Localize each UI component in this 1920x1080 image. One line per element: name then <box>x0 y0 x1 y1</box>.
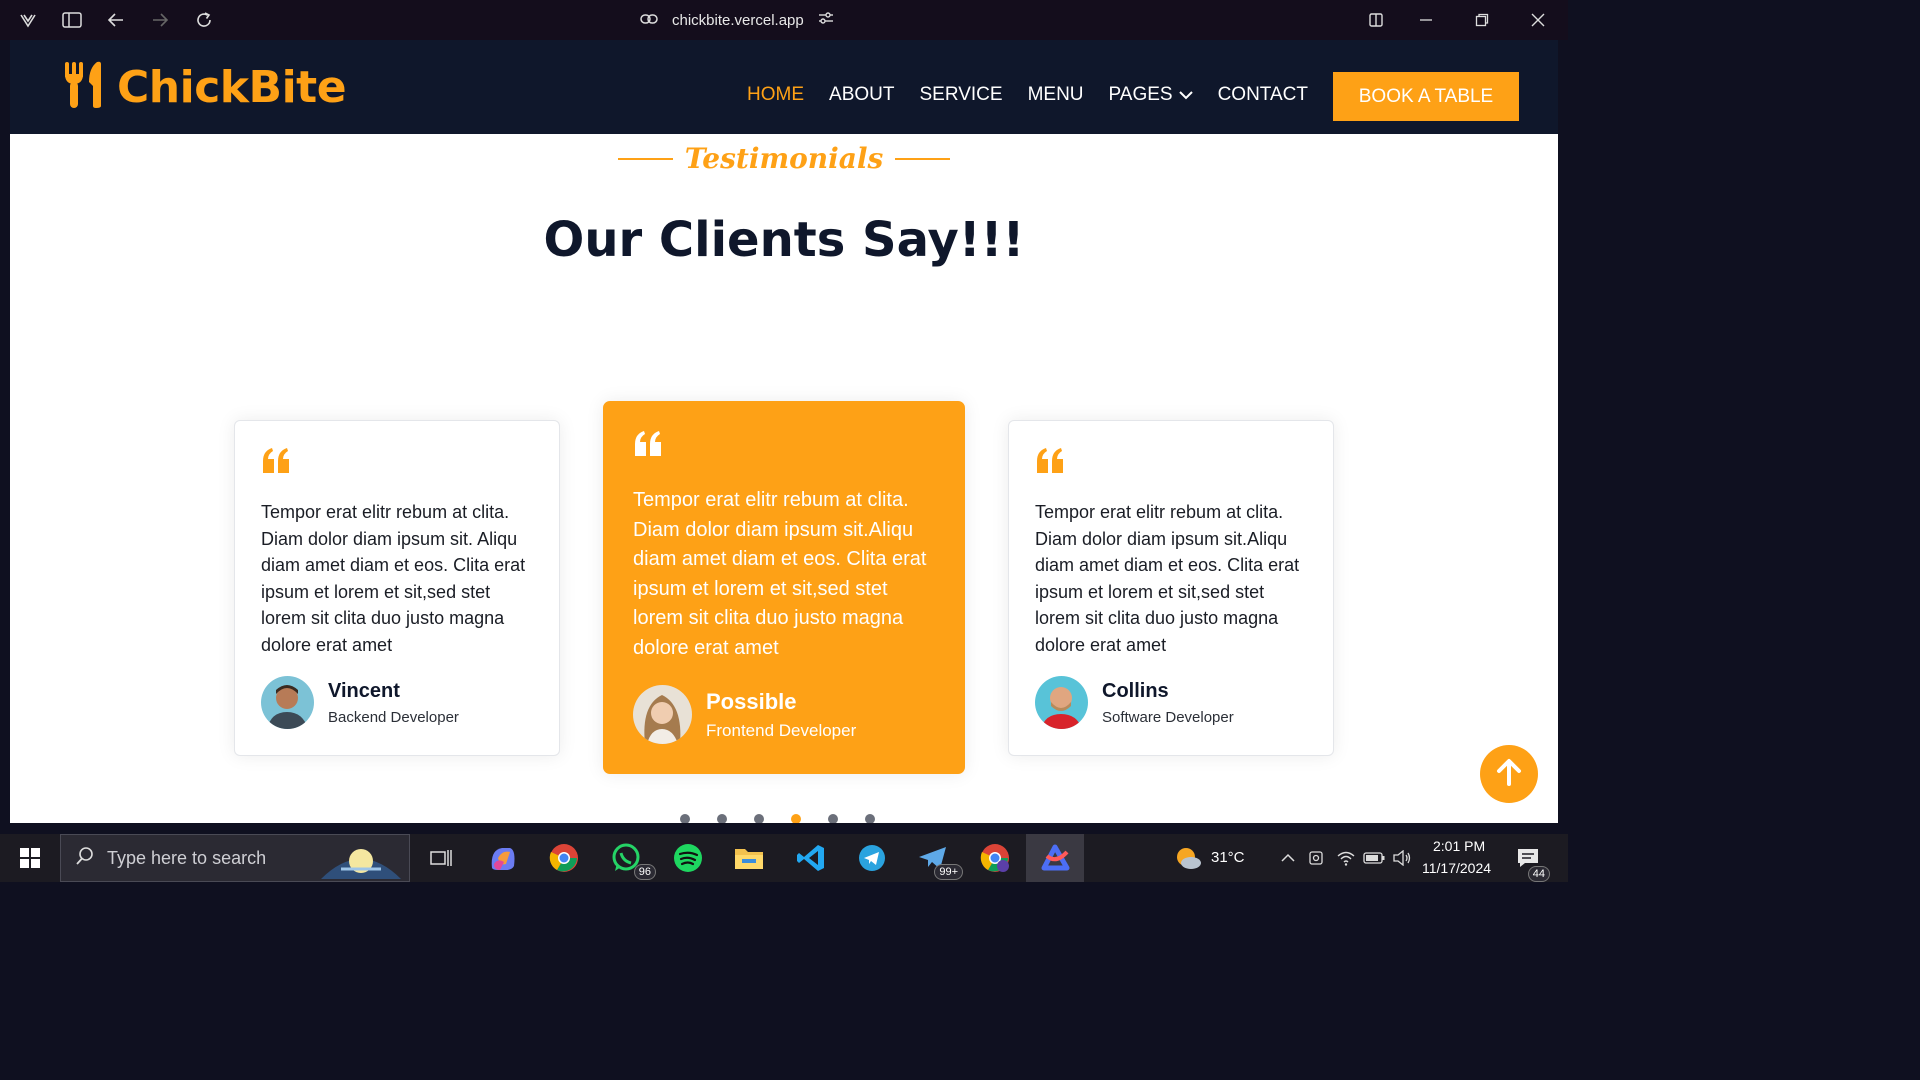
carousel-dot-active[interactable] <box>791 814 801 823</box>
testimonial-card: Tempor erat elitr rebum at clita. Diam d… <box>1008 420 1334 756</box>
avatar <box>633 685 692 744</box>
tag-line-right <box>895 157 951 160</box>
section-tag: Testimonials <box>10 142 1558 175</box>
taskbar: Type here to search 96 99+ 31°C 2:01 PM … <box>0 834 1568 882</box>
minimize-icon[interactable] <box>1416 10 1436 30</box>
forward-icon[interactable] <box>150 10 170 30</box>
author-role: Backend Developer <box>328 708 459 726</box>
testimonial-card: Tempor erat elitr rebum at clita. Diam d… <box>234 420 560 756</box>
chevron-down-icon <box>1178 84 1193 106</box>
author-role: Software Developer <box>1102 708 1234 726</box>
author-name: Vincent <box>328 679 400 702</box>
nav-about[interactable]: ABOUT <box>829 84 894 106</box>
brand-logo[interactable]: ChickBite <box>63 60 347 114</box>
avatar <box>261 676 314 729</box>
testimonial-author: Collins Software Developer <box>1035 676 1234 729</box>
telegram-badge: 99+ <box>934 864 963 880</box>
clock-time[interactable]: 2:01 PM <box>1433 838 1485 854</box>
carousel-dots <box>680 814 875 823</box>
author-name: Collins <box>1102 679 1169 702</box>
testimonial-text: Tempor erat elitr rebum at clita. Diam d… <box>633 489 927 659</box>
search-highlight-icon <box>321 839 401 883</box>
testimonial-author: Possible Frontend Developer <box>633 685 856 744</box>
chrome-profile-icon[interactable] <box>979 842 1011 874</box>
notification-count: 44 <box>1527 866 1550 882</box>
browser-toolbar: chickbite.vercel.app <box>0 0 1568 40</box>
split-view-icon[interactable] <box>1366 10 1386 30</box>
testimonial-card-active: Tempor erat elitr rebum at clita. Diam d… <box>603 401 965 774</box>
chrome-icon[interactable] <box>548 842 580 874</box>
tag-line-left <box>617 157 673 160</box>
testimonial-author: Vincent Backend Developer <box>261 676 459 729</box>
page-viewport: ChickBite HOME ABOUT SERVICE MENU PAGES … <box>10 40 1558 823</box>
address-bar[interactable]: chickbite.vercel.app <box>640 8 834 32</box>
quote-icon <box>633 431 663 460</box>
taskbar-search[interactable]: Type here to search <box>60 834 410 882</box>
windows-start-icon[interactable] <box>14 842 46 874</box>
nav-pages-label: PAGES <box>1108 84 1173 105</box>
clock-date[interactable]: 11/17/2024 <box>1422 860 1491 876</box>
task-view-icon[interactable] <box>425 842 457 874</box>
arc-browser-icon[interactable] <box>1040 842 1072 874</box>
arrow-up-icon <box>1494 757 1524 791</box>
search-placeholder: Type here to search <box>107 847 267 868</box>
sidebar-toggle-icon[interactable] <box>62 10 82 30</box>
link-icon <box>640 12 658 29</box>
quote-icon <box>1035 448 1065 477</box>
site-settings-icon[interactable] <box>818 11 834 29</box>
back-icon[interactable] <box>106 10 126 30</box>
url-text[interactable]: chickbite.vercel.app <box>672 12 804 29</box>
whatsapp-badge: 96 <box>633 864 656 880</box>
meet-now-icon[interactable] <box>1300 842 1332 874</box>
weather-temp[interactable]: 31°C <box>1211 849 1245 866</box>
testimonial-text: Tempor erat elitr rebum at clita. Diam d… <box>261 502 526 655</box>
search-icon <box>75 846 95 870</box>
copilot-icon[interactable] <box>487 842 519 874</box>
brand-name: ChickBite <box>117 61 347 113</box>
carousel-dot[interactable] <box>828 814 838 823</box>
back-to-top-button[interactable] <box>1480 745 1538 803</box>
nav-menu: HOME ABOUT SERVICE MENU PAGES CONTACT <box>747 84 1308 106</box>
notification-icon[interactable]: 44 <box>1512 842 1550 882</box>
book-a-table-button[interactable]: BOOK A TABLE <box>1333 72 1519 121</box>
carousel-dot[interactable] <box>717 814 727 823</box>
nav-pages-dropdown[interactable]: PAGES <box>1109 84 1193 106</box>
section-title: Our Clients Say!!! <box>543 212 1025 268</box>
fork-knife-icon <box>63 60 105 114</box>
spotify-icon[interactable] <box>672 842 704 874</box>
weather-icon[interactable] <box>1172 842 1204 874</box>
section-tag-text: Testimonials <box>684 142 884 175</box>
whatsapp-icon[interactable]: 96 <box>610 842 656 880</box>
author-name: Possible <box>706 688 797 714</box>
author-role: Frontend Developer <box>706 720 857 740</box>
restore-icon[interactable] <box>1472 10 1492 30</box>
quote-icon <box>261 448 291 477</box>
carousel-dot[interactable] <box>865 814 875 823</box>
nav-home[interactable]: HOME <box>747 84 804 106</box>
browser-logo-icon[interactable] <box>18 10 38 30</box>
telegram-icon[interactable] <box>856 842 888 874</box>
testimonial-text: Tempor erat elitr rebum at clita. Diam d… <box>1035 502 1300 655</box>
close-icon[interactable] <box>1528 10 1548 30</box>
telegram-desktop-icon[interactable]: 99+ <box>917 842 963 880</box>
nav-menu-link[interactable]: MENU <box>1028 84 1084 106</box>
file-explorer-icon[interactable] <box>733 842 765 874</box>
carousel-dot[interactable] <box>754 814 764 823</box>
avatar <box>1035 676 1088 729</box>
reload-icon[interactable] <box>194 10 214 30</box>
nav-contact[interactable]: CONTACT <box>1218 84 1308 106</box>
vscode-icon[interactable] <box>795 842 827 874</box>
carousel-dot[interactable] <box>680 814 690 823</box>
navbar: ChickBite HOME ABOUT SERVICE MENU PAGES … <box>10 40 1558 134</box>
nav-service[interactable]: SERVICE <box>919 84 1002 106</box>
volume-icon[interactable] <box>1386 842 1418 874</box>
